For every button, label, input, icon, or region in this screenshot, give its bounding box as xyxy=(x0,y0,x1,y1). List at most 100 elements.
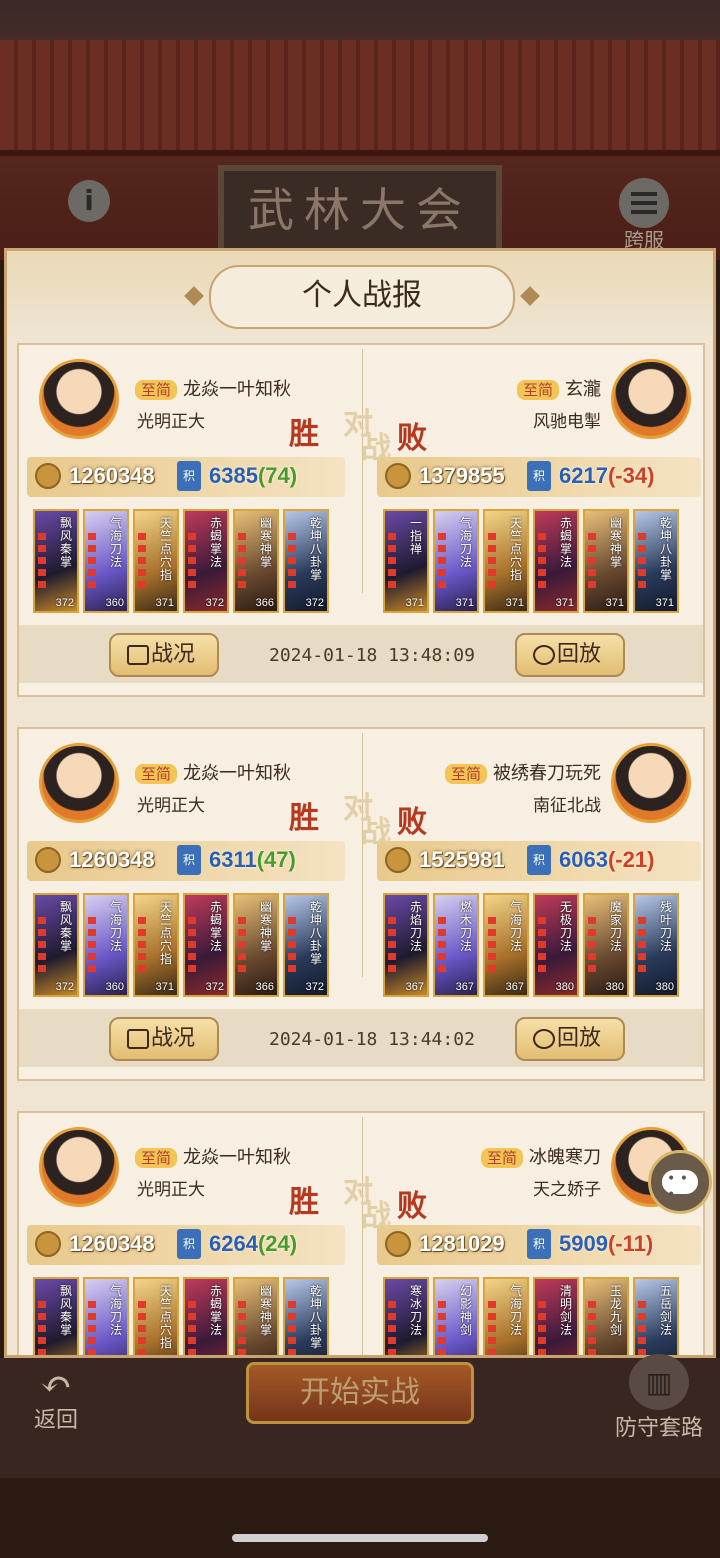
skill-level: 367 xyxy=(405,981,424,993)
chat-button[interactable] xyxy=(648,1150,712,1214)
start-battle-button[interactable]: 开始实战 xyxy=(246,1362,474,1424)
defense-setup-button[interactable]: ▥ 防守套路 xyxy=(604,1354,714,1444)
skill-card[interactable]: 乾坤八卦掌 372 xyxy=(283,509,329,613)
vs-label-2: 战 xyxy=(361,815,391,850)
skill-card[interactable]: 无极刀法 380 xyxy=(533,893,579,997)
skill-card[interactable]: 幽寒神掌 366 xyxy=(233,893,279,997)
back-button[interactable]: ↶ 返回 xyxy=(20,1365,92,1433)
temple-roof xyxy=(0,40,720,156)
skill-card[interactable]: 气海刀法 xyxy=(483,1277,529,1355)
skill-name: 幽寒神掌 xyxy=(610,516,623,569)
skill-card[interactable]: 气海刀法 360 xyxy=(83,509,129,613)
skill-card[interactable]: 气海刀法 360 xyxy=(83,893,129,997)
points-delta: (-11) xyxy=(607,1231,654,1256)
skill-level: 367 xyxy=(505,981,524,993)
skill-card[interactable]: 五岳剑法 xyxy=(633,1277,679,1355)
right-player: 至简 玄瀧 风驰电掣 1379855 积 6217(-34) 一指禅 371 气海刀法 371 天竺… xyxy=(363,345,705,613)
points-value: 6217(-34) xyxy=(559,463,654,489)
player-title: 南征北战 xyxy=(533,796,601,816)
skill-card[interactable]: 气海刀法 367 xyxy=(483,893,529,997)
lose-label: 败 xyxy=(397,805,427,840)
skill-stars xyxy=(138,917,146,977)
player-avatar[interactable] xyxy=(39,359,119,439)
skill-card[interactable]: 乾坤八卦掌 xyxy=(283,1277,329,1355)
skill-card[interactable]: 玉龙九剑 xyxy=(583,1277,629,1355)
info-icon[interactable]: i xyxy=(68,180,110,222)
skill-card[interactable]: 赤蝎掌法 372 xyxy=(183,893,229,997)
battle-time: 2024-01-18 13:48:09 xyxy=(269,645,475,666)
points: 6063 xyxy=(559,847,608,872)
battle-report-panel: 个人战报 至简 龙焱一叶知秋 光明正大 1260348 积 6385(74) 飘风秦掌 372… xyxy=(4,248,716,1358)
skill-card[interactable]: 燃木刀法 367 xyxy=(433,893,479,997)
list-icon xyxy=(127,1029,149,1049)
skill-card[interactable]: 气海刀法 xyxy=(83,1277,129,1355)
skill-stars xyxy=(238,917,246,977)
skill-level: 371 xyxy=(155,981,174,993)
skill-level: 360 xyxy=(105,597,124,609)
replay-button[interactable]: 回放 xyxy=(515,633,625,677)
combat-power: 1260348 xyxy=(69,1231,155,1256)
power-icon xyxy=(35,847,61,873)
skill-card[interactable]: 幽寒神掌 371 xyxy=(583,509,629,613)
skill-level: 371 xyxy=(505,597,524,609)
replay-button[interactable]: 回放 xyxy=(515,1017,625,1061)
points-icon: 积 xyxy=(177,1229,201,1259)
skill-card[interactable]: 魔家刀法 380 xyxy=(583,893,629,997)
skill-level: 366 xyxy=(255,597,274,609)
battle-detail-button[interactable]: 战况 xyxy=(109,1017,219,1061)
skill-card[interactable]: 天竺点穴指 371 xyxy=(483,509,529,613)
points-delta: (-21) xyxy=(607,847,655,872)
points-delta: (74) xyxy=(257,463,298,488)
skill-name: 一指禅 xyxy=(410,516,423,556)
player-avatar[interactable] xyxy=(611,743,691,823)
skill-card[interactable]: 赤焰刀法 367 xyxy=(383,893,429,997)
skill-card[interactable]: 飘风秦掌 xyxy=(33,1277,79,1355)
points-value: 6311(47) xyxy=(209,847,296,873)
skill-name: 气海刀法 xyxy=(110,516,123,569)
skill-card[interactable]: 乾坤八卦掌 372 xyxy=(283,893,329,997)
points-icon: 积 xyxy=(177,461,201,491)
skill-name: 气海刀法 xyxy=(110,900,123,953)
skill-card[interactable]: 天竺点穴指 371 xyxy=(133,509,179,613)
battle-detail-button[interactable]: 战况 xyxy=(109,633,219,677)
skill-stars xyxy=(588,1301,596,1355)
result-emblem: 胜对战败 xyxy=(285,783,441,850)
skill-level: 372 xyxy=(205,597,224,609)
skill-card[interactable]: 赤蝎掌法 371 xyxy=(533,509,579,613)
win-label: 胜 xyxy=(289,1185,319,1220)
points-icon: 积 xyxy=(527,461,551,491)
skill-card[interactable]: 乾坤八卦掌 371 xyxy=(633,509,679,613)
skill-card[interactable]: 赤蝎掌法 372 xyxy=(183,509,229,613)
skill-card[interactable]: 天竺点穴指 xyxy=(133,1277,179,1355)
skill-card[interactable]: 一指禅 371 xyxy=(383,509,429,613)
skill-stars xyxy=(638,1301,646,1355)
player-avatar[interactable] xyxy=(39,743,119,823)
player-name-row: 至简 冰魄寒刀 xyxy=(480,1143,601,1169)
skill-card[interactable]: 幽寒神掌 xyxy=(233,1277,279,1355)
skill-card[interactable]: 气海刀法 371 xyxy=(433,509,479,613)
points: 5909 xyxy=(559,1231,608,1256)
skill-stars xyxy=(438,1301,446,1355)
skill-card[interactable]: 飘风秦掌 372 xyxy=(33,893,79,997)
skill-card[interactable]: 幻影神剑 xyxy=(433,1277,479,1355)
skill-card[interactable]: 清明剑法 xyxy=(533,1277,579,1355)
cross-server-button[interactable]: 跨服 xyxy=(612,178,676,252)
player-avatar[interactable] xyxy=(611,359,691,439)
skill-card[interactable]: 飘风秦掌 372 xyxy=(33,509,79,613)
skill-card[interactable]: 赤蝎掌法 xyxy=(183,1277,229,1355)
skill-stars xyxy=(188,533,196,593)
skill-stars xyxy=(588,917,596,977)
skill-card[interactable]: 寒冰刀法 xyxy=(383,1277,429,1355)
skill-card[interactable]: 残叶刀法 380 xyxy=(633,893,679,997)
skill-card[interactable]: 幽寒神掌 366 xyxy=(233,509,279,613)
home-indicator[interactable] xyxy=(232,1534,488,1542)
player-name-row: 至简 龙焱一叶知秋 xyxy=(135,375,291,401)
skill-list: 赤焰刀法 367 燃木刀法 367 气海刀法 367 无极刀法 380 魔家刀法 380 残叶刀法 3… xyxy=(383,893,679,997)
skill-card[interactable]: 天竺点穴指 371 xyxy=(133,893,179,997)
player-avatar[interactable] xyxy=(39,1127,119,1207)
book-icon: ▥ xyxy=(629,1354,689,1410)
list-icon xyxy=(127,645,149,665)
skill-name: 幽寒神掌 xyxy=(260,1284,273,1337)
stat-bar: 1260348 积 6385(74) xyxy=(27,457,345,497)
vs-label-2: 战 xyxy=(361,431,391,466)
